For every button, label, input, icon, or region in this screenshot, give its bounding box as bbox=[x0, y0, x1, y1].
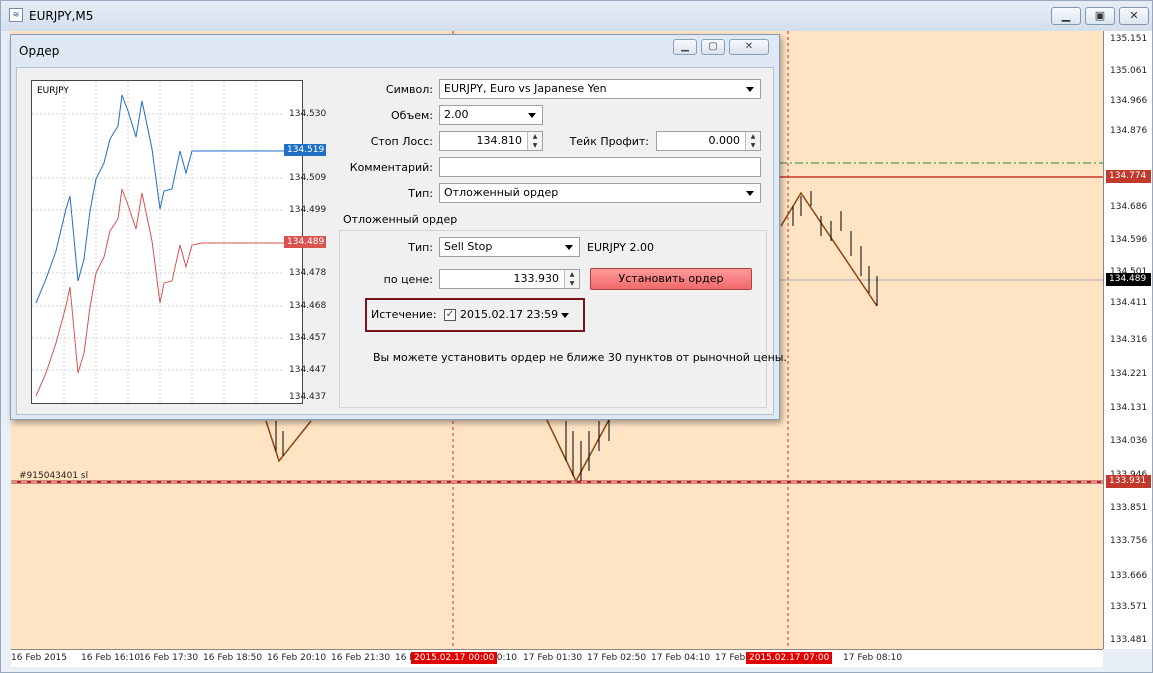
tick-price-label: 134.468 bbox=[289, 301, 327, 311]
symbol-label: Символ: bbox=[385, 83, 433, 96]
expiration-checkbox[interactable]: ✓ bbox=[444, 309, 456, 321]
time-axis-label: 16 Feb 2015 bbox=[11, 653, 68, 663]
tick-price-label: 134.478 bbox=[289, 268, 327, 278]
comment-label: Комментарий: bbox=[349, 161, 433, 174]
close-icon[interactable]: ✕ bbox=[1119, 7, 1149, 25]
price-scale-label: 135.061 bbox=[1110, 66, 1148, 76]
time-axis-label: 16 Feb 20:10 bbox=[267, 653, 327, 663]
price-scale-label: 133.666 bbox=[1110, 571, 1148, 581]
tick-chart-drawing bbox=[32, 81, 284, 403]
bid-price-tag: 134.489 bbox=[284, 236, 326, 248]
tick-price-label: 134.499 bbox=[289, 205, 327, 215]
dialog-maximize-icon[interactable]: ▢ bbox=[701, 39, 725, 55]
chart-titlebar[interactable]: ≋ EURJPY,M5 ▁ ▣ ✕ bbox=[1, 1, 1152, 31]
order-type-value: Отложенный ордер bbox=[444, 186, 559, 199]
zigzag-line bbox=[265, 420, 312, 463]
pending-hint: Вы можете установить ордер не ближе 30 п… bbox=[373, 351, 787, 364]
price-scale-label: 134.966 bbox=[1110, 96, 1148, 106]
pending-type-value: Sell Stop bbox=[444, 240, 493, 253]
stop-loss-value: 134.810 bbox=[476, 134, 523, 147]
price-scale-label: 134.221 bbox=[1110, 369, 1148, 379]
stop-loss-spinner[interactable]: ▲ ▼ bbox=[527, 132, 542, 150]
price-scale-label: 133.571 bbox=[1110, 602, 1148, 612]
price-scale-label: 135.151 bbox=[1110, 34, 1148, 44]
price-scale-label: 133.756 bbox=[1110, 536, 1148, 546]
time-axis-label: 17 Feb 04:10 bbox=[651, 653, 711, 663]
time-axis-label: 16 Feb 17:30 bbox=[139, 653, 199, 663]
time-axis-label: 17 Feb 02:50 bbox=[587, 653, 647, 663]
volume-select[interactable]: 2.00 bbox=[439, 105, 543, 125]
dialog-titlebar[interactable]: Ордер ▁ ▢ ✕ bbox=[11, 35, 779, 67]
chart-app-icon: ≋ bbox=[9, 8, 23, 22]
comment-input[interactable] bbox=[439, 157, 761, 177]
price-value: 133.930 bbox=[513, 272, 560, 285]
symbol-value: EURJPY, Euro vs Japanese Yen bbox=[444, 82, 607, 95]
time-axis[interactable]: 16 Feb 2015 16 Feb 16:10 16 Feb 17:30 16 Fe… bbox=[11, 649, 1103, 667]
minimize-icon[interactable]: ▁ bbox=[1051, 7, 1081, 25]
pending-summary: EURJPY 2.00 bbox=[587, 241, 654, 254]
price-spinner[interactable]: ▲ ▼ bbox=[564, 270, 579, 288]
chart-title: EURJPY,M5 bbox=[29, 9, 94, 23]
dialog-minimize-icon[interactable]: ▁ bbox=[673, 39, 697, 55]
symbol-select[interactable]: EURJPY, Euro vs Japanese Yen bbox=[439, 79, 761, 99]
time-axis-label: 16 Feb 21:30 bbox=[331, 653, 391, 663]
pending-type-select[interactable]: Sell Stop bbox=[439, 237, 580, 257]
expiration-dropdown-icon[interactable] bbox=[561, 313, 569, 318]
bid-line bbox=[35, 188, 284, 397]
dialog-title: Ордер bbox=[19, 44, 60, 58]
tick-price-label: 134.447 bbox=[289, 365, 327, 375]
price-tag: 134.774 bbox=[1106, 170, 1151, 183]
pending-type-label: Тип: bbox=[408, 241, 433, 254]
time-axis-label: 17 Feb 08:10 bbox=[843, 653, 903, 663]
pending-group-label: Отложенный ордер bbox=[343, 213, 458, 226]
tick-price-label: 134.509 bbox=[289, 173, 327, 183]
volume-label: Объем: bbox=[391, 109, 433, 122]
price-scale-label: 134.596 bbox=[1110, 235, 1148, 245]
price-scale-label: 133.851 bbox=[1110, 503, 1148, 513]
price-input[interactable]: 133.930 ▲ ▼ bbox=[439, 269, 580, 289]
price-scale-label: 134.036 bbox=[1110, 436, 1148, 446]
price-label: по цене: bbox=[383, 273, 433, 286]
order-dialog: Ордер ▁ ▢ ✕ EURJPY 134.530 134.519 134.5… bbox=[10, 34, 787, 420]
set-order-button[interactable]: Установить ордер bbox=[590, 268, 752, 290]
ask-price-tag: 134.519 bbox=[284, 144, 326, 156]
order-type-select[interactable]: Отложенный ордер bbox=[439, 183, 761, 203]
time-axis-label: 16 Feb 18:50 bbox=[203, 653, 263, 663]
time-axis-label: 17 Feb 01:30 bbox=[523, 653, 583, 663]
time-axis-label: 16 Feb 16:10 bbox=[81, 653, 141, 663]
zigzag-line bbox=[780, 191, 878, 307]
price-tag: 134.489 bbox=[1106, 273, 1151, 286]
stop-loss-label: Стоп Лосс: bbox=[370, 135, 433, 148]
dialog-body: EURJPY 134.530 134.519 134.509 134.499 1… bbox=[16, 67, 787, 415]
price-tag: 133.931 bbox=[1106, 475, 1151, 488]
take-profit-value: 0.000 bbox=[708, 134, 741, 147]
price-scale-label: 134.876 bbox=[1110, 126, 1148, 136]
expiration-label: Истечение: bbox=[371, 308, 437, 321]
time-axis-label: 17 Feb bbox=[715, 653, 746, 663]
zigzag-line bbox=[544, 415, 612, 483]
order-ticket-label: #915043401 sl bbox=[19, 471, 89, 481]
price-scale-label: 134.316 bbox=[1110, 335, 1148, 345]
price-scale-label: 133.481 bbox=[1110, 635, 1148, 645]
tick-price-label: 134.437 bbox=[289, 392, 327, 402]
price-scale-label: 134.131 bbox=[1110, 403, 1148, 413]
take-profit-input[interactable]: 0.000 ▲ ▼ bbox=[656, 131, 761, 151]
stop-loss-input[interactable]: 134.810 ▲ ▼ bbox=[439, 131, 543, 151]
tick-chart: EURJPY 134.530 134.519 134.509 134.499 1… bbox=[31, 80, 326, 404]
maximize-icon[interactable]: ▣ bbox=[1085, 7, 1115, 25]
price-scale-label: 134.686 bbox=[1110, 202, 1148, 212]
type-label: Тип: bbox=[408, 187, 433, 200]
price-scale[interactable]: 135.151 135.061 134.966 134.876 134.686 134.5… bbox=[1103, 31, 1152, 649]
take-profit-spinner[interactable]: ▲ ▼ bbox=[745, 132, 760, 150]
volume-value: 2.00 bbox=[444, 108, 469, 121]
tick-price-label: 134.457 bbox=[289, 333, 327, 343]
time-separator-tag: 2015.02.17 00:00 bbox=[411, 652, 498, 664]
time-separator-tag: 2015.02.17 07:00 bbox=[746, 652, 833, 664]
take-profit-label: Тейк Профит: bbox=[569, 135, 649, 148]
tick-price-label: 134.530 bbox=[289, 109, 327, 119]
price-scale-label: 134.411 bbox=[1110, 298, 1148, 308]
expiration-date[interactable]: 2015.02.17 23:59 bbox=[460, 308, 558, 321]
dialog-close-icon[interactable]: ✕ bbox=[729, 39, 769, 55]
